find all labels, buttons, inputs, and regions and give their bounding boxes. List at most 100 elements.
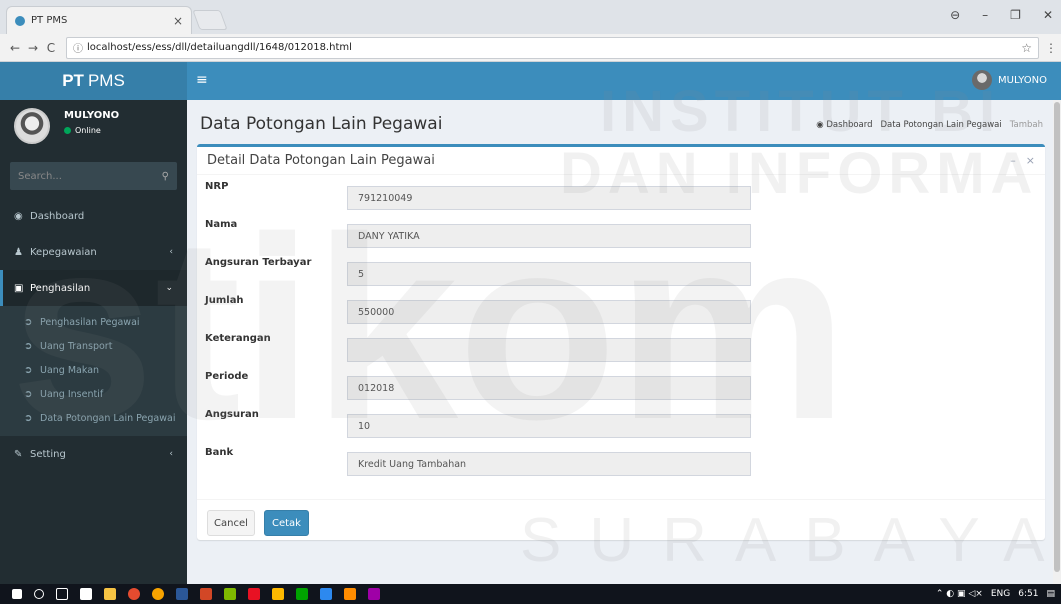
maximize-icon[interactable]: ❐ bbox=[1010, 8, 1021, 22]
window-controls: ⊖ – ❐ ✕ bbox=[950, 8, 1053, 22]
tab-title: PT PMS bbox=[31, 15, 68, 26]
app-icon[interactable] bbox=[272, 588, 284, 600]
sidebar-item-setting[interactable]: ✎ Setting ‹ bbox=[0, 436, 187, 472]
scroll-thumb[interactable] bbox=[1054, 102, 1060, 572]
sidebar-item-kepegawaian[interactable]: ♟ Kepegawaian ‹ bbox=[0, 234, 187, 270]
word-icon[interactable] bbox=[176, 588, 188, 600]
collapse-icon[interactable]: – bbox=[1010, 154, 1016, 167]
breadcrumb-dashboard[interactable]: ◉ Dashboard bbox=[816, 120, 872, 130]
breadcrumb-data-potongan[interactable]: Data Potongan Lain Pegawai bbox=[881, 120, 1002, 130]
angsuran-field[interactable]: 10 bbox=[347, 414, 751, 438]
firefox-icon[interactable] bbox=[152, 588, 164, 600]
new-tab-button[interactable] bbox=[192, 10, 228, 30]
reload-icon[interactable]: C bbox=[42, 41, 60, 55]
browser-menu-icon[interactable]: ⋮ bbox=[1045, 41, 1057, 55]
app-icon[interactable] bbox=[344, 588, 356, 600]
submenu-item-label: Uang Makan bbox=[40, 364, 100, 376]
bookmark-star-icon[interactable]: ☆ bbox=[1021, 41, 1032, 55]
periode-field[interactable]: 012018 bbox=[347, 376, 751, 400]
user-menu[interactable]: MULYONO bbox=[972, 70, 1047, 90]
browser-tab[interactable]: PT PMS × bbox=[6, 6, 192, 34]
box-tools: – × bbox=[1010, 154, 1035, 167]
app-icon[interactable] bbox=[224, 588, 236, 600]
app-icon[interactable] bbox=[248, 588, 260, 600]
tray-icons[interactable]: ⌃ ◐ ▣ ◁× bbox=[936, 589, 983, 599]
notification-icon[interactable]: ▤ bbox=[1046, 589, 1055, 599]
page-title: Data Potongan Lain Pegawai bbox=[200, 114, 443, 134]
field-label: Bank bbox=[205, 447, 234, 458]
form-row-keterangan: Keterangan bbox=[197, 333, 1045, 362]
folder-icon[interactable] bbox=[104, 588, 116, 600]
arrow-circle-icon: ➲ bbox=[24, 412, 33, 424]
browser-tab-bar: PT PMS × ⊖ – ❐ ✕ bbox=[0, 0, 1061, 34]
app-logo[interactable]: PT PMS bbox=[0, 62, 187, 100]
chrome-icon[interactable] bbox=[128, 588, 140, 600]
cancel-button[interactable]: Cancel bbox=[207, 510, 255, 536]
bank-field[interactable]: Kredit Uang Tambahan bbox=[347, 452, 751, 476]
breadcrumb-current: Tambah bbox=[1009, 120, 1043, 130]
store-icon[interactable] bbox=[80, 588, 92, 600]
page-scrollbar[interactable] bbox=[1053, 100, 1061, 584]
online-dot-icon bbox=[64, 127, 71, 134]
sidebar-item-label: Kepegawaian bbox=[30, 246, 97, 258]
field-label: Keterangan bbox=[205, 333, 271, 344]
box-title: Detail Data Potongan Lain Pegawai bbox=[207, 153, 435, 168]
app-icon[interactable] bbox=[296, 588, 308, 600]
sidebar-search-input[interactable]: Search... ⚲ bbox=[10, 162, 177, 190]
submenu-item-uang-insentif[interactable]: ➲ Uang Insentif bbox=[0, 382, 187, 406]
app-icon[interactable] bbox=[368, 588, 380, 600]
submenu-item-uang-makan[interactable]: ➲ Uang Makan bbox=[0, 358, 187, 382]
task-view-icon[interactable] bbox=[56, 588, 68, 600]
minimize-icon[interactable]: – bbox=[982, 8, 988, 22]
sidebar-item-penghasilan[interactable]: ▣ Penghasilan ⌄ bbox=[0, 270, 187, 306]
field-label: Periode bbox=[205, 371, 249, 382]
profile-icon[interactable]: ⊖ bbox=[950, 8, 960, 22]
search-icon[interactable] bbox=[34, 589, 44, 599]
clock[interactable]: 6:51 bbox=[1018, 589, 1038, 599]
search-icon[interactable]: ⚲ bbox=[162, 171, 169, 182]
powerpoint-icon[interactable] bbox=[200, 588, 212, 600]
sidebar-item-label: Penghasilan bbox=[30, 282, 91, 294]
nama-field[interactable]: DANY YATIKA bbox=[347, 224, 751, 248]
print-button[interactable]: Cetak bbox=[264, 510, 309, 536]
form-row-bank: Bank Kredit Uang Tambahan bbox=[197, 447, 1045, 476]
sidebar-toggle-icon[interactable]: ≡ bbox=[196, 72, 208, 88]
chevron-down-icon: ⌄ bbox=[165, 283, 173, 293]
angsuran-terbayar-field[interactable]: 5 bbox=[347, 262, 751, 286]
url-text: localhost/ess/ess/dll/detailuangdll/1648… bbox=[87, 42, 352, 53]
form-row-angsuran-terbayar: Angsuran Terbayar 5 bbox=[197, 257, 1045, 286]
header-user-name: MULYONO bbox=[998, 74, 1047, 86]
breadcrumb: ◉ Dashboard Data Potongan Lain Pegawai T… bbox=[816, 120, 1043, 130]
forward-icon[interactable]: → bbox=[24, 41, 42, 55]
back-icon[interactable]: ← bbox=[6, 41, 24, 55]
sidebar-item-dashboard[interactable]: ◉ Dashboard bbox=[0, 198, 187, 234]
nrp-field[interactable]: 791210049 bbox=[347, 186, 751, 210]
field-label: Nama bbox=[205, 219, 238, 230]
close-window-icon[interactable]: ✕ bbox=[1043, 8, 1053, 22]
submenu-item-data-potongan[interactable]: ➲ Data Potongan Lain Pegawai bbox=[0, 406, 187, 430]
submenu-item-uang-transport[interactable]: ➲ Uang Transport bbox=[0, 334, 187, 358]
box-footer: Cancel Cetak bbox=[197, 499, 1045, 543]
submenu-item-label: Uang Transport bbox=[40, 340, 113, 352]
keterangan-field[interactable] bbox=[347, 338, 751, 362]
language-indicator[interactable]: ENG bbox=[991, 589, 1010, 599]
field-label: Angsuran Terbayar bbox=[205, 257, 312, 268]
app-header: PT PMS ≡ MULYONO bbox=[0, 62, 1061, 100]
windows-start-icon[interactable] bbox=[12, 589, 22, 599]
submenu-item-label: Data Potongan Lain Pegawai bbox=[40, 412, 176, 424]
field-label: Jumlah bbox=[205, 295, 244, 306]
remove-icon[interactable]: × bbox=[1026, 154, 1035, 167]
address-bar: ← → C ⓘ localhost/ess/ess/dll/detailuang… bbox=[0, 34, 1061, 62]
system-tray: ⌃ ◐ ▣ ◁× ENG 6:51 ▤ bbox=[936, 589, 1055, 599]
jumlah-field[interactable]: 550000 bbox=[347, 300, 751, 324]
url-input[interactable]: ⓘ localhost/ess/ess/dll/detailuangdll/16… bbox=[66, 36, 1039, 59]
submenu-item-label: Uang Insentif bbox=[40, 388, 104, 400]
money-icon: ▣ bbox=[14, 282, 24, 294]
tab-close-icon[interactable]: × bbox=[173, 14, 183, 28]
submenu-item-penghasilan-pegawai[interactable]: ➲ Penghasilan Pegawai bbox=[0, 310, 187, 334]
info-icon[interactable]: ⓘ bbox=[73, 40, 83, 55]
logo-bold: PT bbox=[62, 71, 84, 90]
app-icon[interactable] bbox=[320, 588, 332, 600]
main-content: Data Potongan Lain Pegawai ◉ Dashboard D… bbox=[187, 100, 1061, 584]
field-label: Angsuran bbox=[205, 409, 259, 420]
